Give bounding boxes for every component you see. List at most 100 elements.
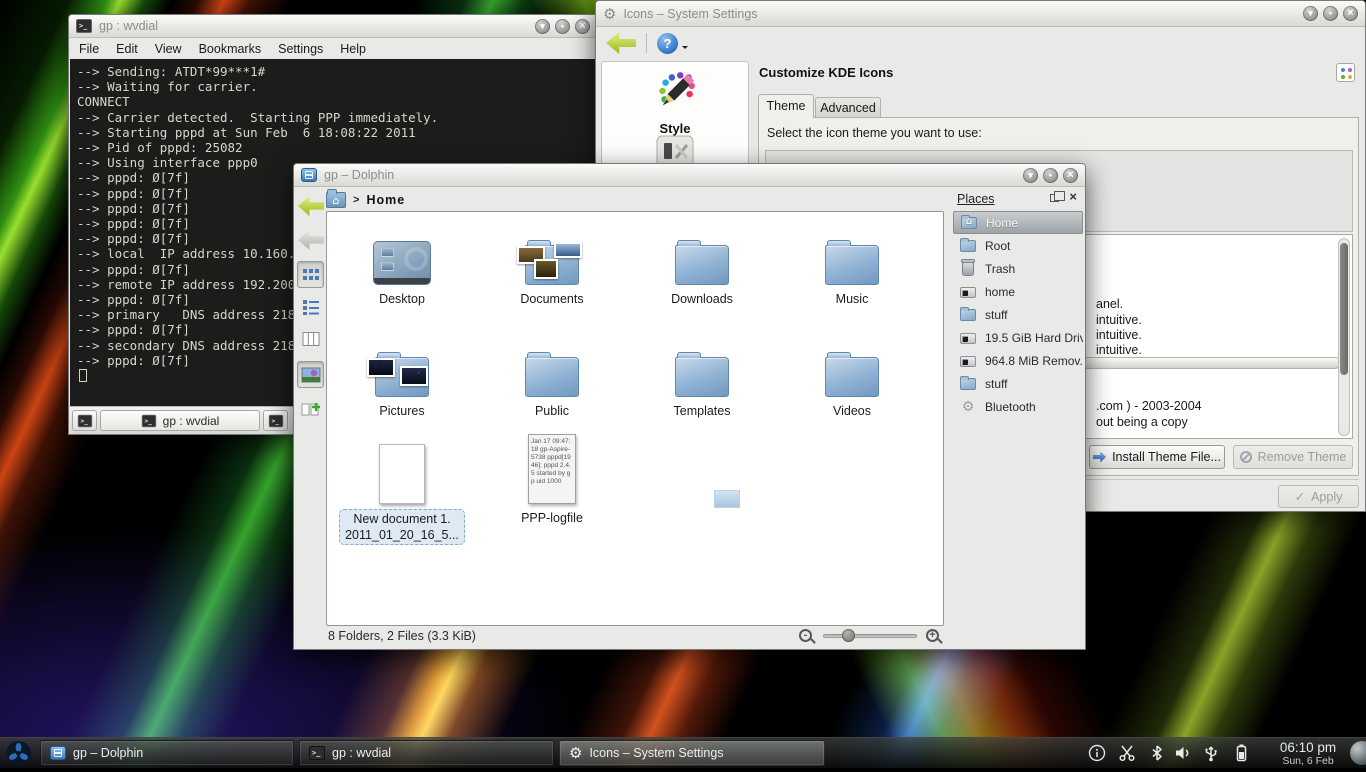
back-arrow-icon[interactable] xyxy=(298,196,324,216)
place-label: 964.8 MiB Remov... xyxy=(985,354,1083,368)
dolphin-window-title: gp – Dolphin xyxy=(324,168,394,182)
help-icon[interactable] xyxy=(657,33,678,54)
clock[interactable]: 06:10 pm Sun, 6 Feb xyxy=(1262,740,1354,767)
tab-advanced[interactable]: Advanced xyxy=(815,97,881,118)
new-tab-button[interactable] xyxy=(72,410,97,431)
menu-settings[interactable]: Settings xyxy=(278,42,323,59)
maximize-icon[interactable] xyxy=(555,19,570,34)
clock-date: Sun, 6 Feb xyxy=(1262,755,1354,767)
folder-view[interactable]: Desktop Documents Downloads Music Pictur… xyxy=(326,211,944,626)
place-label: stuff xyxy=(985,377,1007,391)
folder-item-documents[interactable]: Documents xyxy=(482,225,622,306)
file-item-ppp-logfile[interactable]: Jan 17 09:47:18 gp-Aspire-5738 pppd[1946… xyxy=(482,430,622,525)
konsole-window-title: gp : wvdial xyxy=(99,19,158,33)
preview-toggle-button[interactable] xyxy=(297,361,324,388)
remove-theme-button[interactable]: Remove Theme xyxy=(1233,445,1353,469)
maximize-icon[interactable] xyxy=(1043,168,1058,183)
menu-file[interactable]: File xyxy=(79,42,99,59)
tray-battery-icon[interactable] xyxy=(1230,742,1252,764)
place-stuff-2[interactable]: stuff xyxy=(953,372,1083,395)
maximize-icon[interactable] xyxy=(1323,6,1338,21)
tray-info-icon[interactable] xyxy=(1086,742,1108,764)
place-home-partition[interactable]: home xyxy=(953,280,1083,303)
zoom-in-icon[interactable] xyxy=(926,629,939,642)
minimize-icon[interactable] xyxy=(535,19,550,34)
zoom-slider-track[interactable] xyxy=(823,634,917,638)
apply-button[interactable]: ✓ Apply xyxy=(1278,485,1359,508)
chevron-down-icon[interactable] xyxy=(682,46,688,52)
place-bluetooth[interactable]: Bluetooth xyxy=(953,395,1083,418)
home-folder-icon[interactable] xyxy=(326,192,346,208)
tray-klipper-scissors-icon[interactable] xyxy=(1116,742,1138,764)
tab-list-button[interactable] xyxy=(263,410,288,431)
konsole-titlebar[interactable]: gp : wvdial xyxy=(69,15,597,38)
tray-bluetooth-icon[interactable] xyxy=(1146,742,1168,764)
task-dolphin[interactable]: gp – Dolphin xyxy=(40,740,294,766)
menu-edit[interactable]: Edit xyxy=(116,42,138,59)
syssettings-window-title: Icons – System Settings xyxy=(623,7,757,21)
terminal-tab[interactable]: gp : wvdial xyxy=(100,410,260,431)
minimize-icon[interactable] xyxy=(1023,168,1038,183)
place-removable[interactable]: 964.8 MiB Remov... xyxy=(953,349,1083,372)
close-panel-icon[interactable]: × xyxy=(1069,191,1077,203)
folder-item-public[interactable]: Public xyxy=(482,337,622,418)
close-icon[interactable] xyxy=(1063,168,1078,183)
scrollbar-thumb[interactable] xyxy=(1340,243,1348,375)
back-arrow-icon[interactable] xyxy=(606,32,636,54)
menu-view[interactable]: View xyxy=(155,42,182,59)
task-label: Icons – System Settings xyxy=(589,746,723,760)
file-item-new-document[interactable]: New document 1. 2011_01_20_16_5... xyxy=(332,430,472,545)
zoom-slider-handle[interactable] xyxy=(842,629,855,642)
vertical-scrollbar[interactable] xyxy=(1338,238,1350,436)
place-home[interactable]: Home xyxy=(953,211,1083,234)
kickoff-launcher[interactable] xyxy=(5,740,32,772)
icons-view-button[interactable] xyxy=(297,261,324,288)
place-hard-drive[interactable]: 19.5 GiB Hard Drive xyxy=(953,326,1083,349)
zoom-out-icon[interactable] xyxy=(799,629,812,642)
task-system-settings[interactable]: ⚙ Icons – System Settings xyxy=(559,740,825,766)
apply-label: Apply xyxy=(1311,490,1342,504)
columns-view-button[interactable] xyxy=(297,325,324,352)
check-icon: ✓ xyxy=(1295,489,1305,504)
install-theme-button[interactable]: Install Theme File... xyxy=(1089,445,1225,469)
folder-item-templates[interactable]: Templates xyxy=(632,337,772,418)
split-view-button[interactable] xyxy=(297,395,324,422)
places-header: Places xyxy=(957,192,995,206)
place-trash[interactable]: Trash xyxy=(953,257,1083,280)
folder-item-pictures[interactable]: Pictures xyxy=(332,337,472,418)
theme-list-item[interactable]: intuitive. xyxy=(1096,313,1142,327)
folder-item-downloads[interactable]: Downloads xyxy=(632,225,772,306)
folder-item-music[interactable]: Music xyxy=(782,225,922,306)
theme-list-item[interactable]: intuitive. xyxy=(1096,343,1142,357)
forward-arrow-icon[interactable] xyxy=(298,230,324,250)
close-icon[interactable] xyxy=(1343,6,1358,21)
tray-volume-icon[interactable] xyxy=(1172,742,1194,764)
details-view-button[interactable] xyxy=(297,293,324,320)
close-icon[interactable] xyxy=(575,19,590,34)
theme-list-item[interactable]: intuitive. xyxy=(1096,328,1142,342)
kde-logo-icon xyxy=(5,740,32,767)
place-root[interactable]: Root xyxy=(953,234,1083,257)
window-controls xyxy=(535,19,590,34)
task-konsole[interactable]: gp : wvdial xyxy=(299,740,554,766)
folder-item-videos[interactable]: Videos xyxy=(782,337,922,418)
folder-item-desktop[interactable]: Desktop xyxy=(332,225,472,306)
folder-icon xyxy=(960,309,976,321)
place-stuff[interactable]: stuff xyxy=(953,303,1083,326)
syssettings-titlebar[interactable]: ⚙ Icons – System Settings xyxy=(596,1,1365,27)
tab-theme[interactable]: Theme xyxy=(758,94,814,118)
menu-help[interactable]: Help xyxy=(340,42,366,59)
menu-bookmarks[interactable]: Bookmarks xyxy=(199,42,262,59)
theme-list-item[interactable]: anel. xyxy=(1096,297,1123,311)
details-view-icon xyxy=(302,298,320,316)
breadcrumb-home[interactable]: Home xyxy=(366,193,405,207)
preview-text: Jan 17 09:47:18 gp-Aspire-5738 pppd[1946… xyxy=(531,438,571,485)
place-label: Bluetooth xyxy=(985,400,1036,414)
sidebar-item-style[interactable]: Style xyxy=(602,68,748,136)
tray-usb-device-icon[interactable] xyxy=(1200,742,1222,764)
icon-sizes-overview-icon[interactable] xyxy=(1336,63,1355,82)
dolphin-titlebar[interactable]: gp – Dolphin xyxy=(294,164,1085,187)
minimize-icon[interactable] xyxy=(1303,6,1318,21)
window-controls xyxy=(1023,168,1078,183)
float-panel-icon[interactable] xyxy=(1050,194,1059,202)
